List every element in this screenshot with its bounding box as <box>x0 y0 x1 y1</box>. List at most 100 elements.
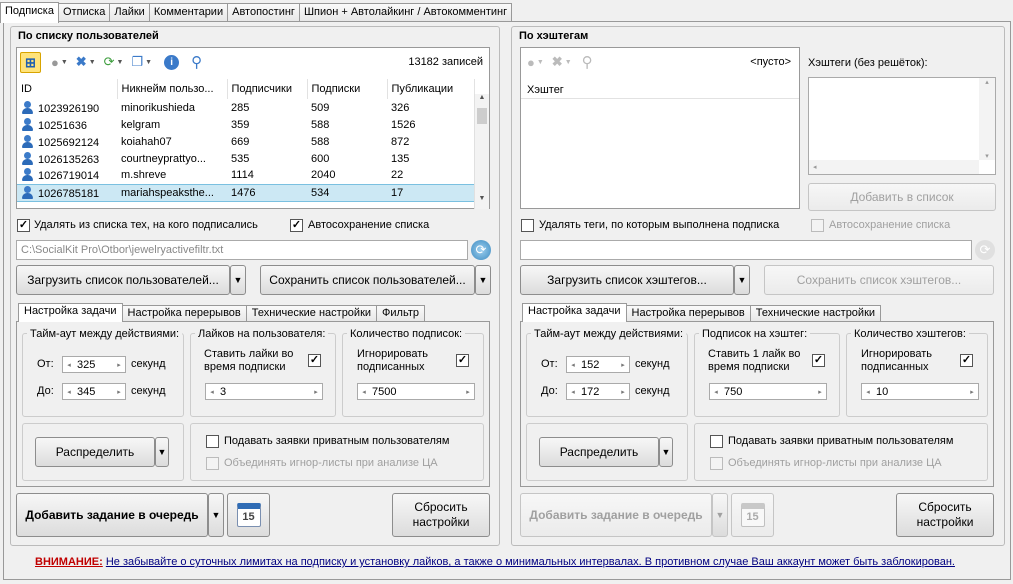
tab-comments[interactable]: Комментарии <box>148 3 229 22</box>
subs-count-spinner[interactable]: ◂ 7500 ▸ <box>357 383 475 400</box>
load-tags-dropdown[interactable]: ▼ <box>734 265 750 295</box>
save-tags-button[interactable]: Сохранить список хэштегов... <box>764 265 994 295</box>
tab-break-settings[interactable]: Настройка перерывов <box>121 305 247 322</box>
load-users-dropdown[interactable]: ▼ <box>230 265 246 295</box>
reset-settings-button[interactable]: Сбросить настройки <box>896 493 994 537</box>
info-icon[interactable]: i <box>164 54 180 70</box>
search-icon[interactable]: ⚲ <box>582 53 593 71</box>
tab-tech-settings[interactable]: Технические настройки <box>245 305 378 322</box>
reload-icon[interactable]: ⟳ <box>471 240 491 260</box>
table-cell: 588 <box>307 116 387 133</box>
private-requests-checkbox[interactable] <box>710 435 723 448</box>
merge-ignore-checkbox[interactable] <box>206 457 219 470</box>
user-icon <box>21 151 35 165</box>
delete-dropdown-icon[interactable]: ▼ <box>565 59 572 66</box>
table-row[interactable]: 1026135263 courtneyprattyo... 535 600 135 <box>17 150 475 167</box>
delete-icon[interactable]: ✖ <box>76 54 87 70</box>
distribute-button[interactable]: Распределить <box>539 437 659 467</box>
distribute-dropdown[interactable]: ▼ <box>659 437 673 467</box>
copy-icon[interactable]: ❐ <box>131 54 143 70</box>
hashtags-vscroll[interactable]: ▴ ▾ <box>979 78 995 160</box>
load-tags-button[interactable]: Загрузить список хэштегов... <box>520 265 734 295</box>
col-nick[interactable]: Никнейм пользо... <box>117 79 228 99</box>
like-during-checkbox[interactable]: ✓ <box>812 354 825 367</box>
col-hashtag[interactable]: Хэштег <box>521 79 799 99</box>
table-row[interactable]: 1026785181 mariahspeaksthe... 1476 534 17 <box>17 183 475 202</box>
tab-task-settings[interactable]: Настройка задачи <box>522 303 627 322</box>
add-task-dropdown[interactable]: ▼ <box>712 493 728 537</box>
tab-tech-settings[interactable]: Технические настройки <box>749 305 882 322</box>
tab-task-settings[interactable]: Настройка задачи <box>18 303 123 322</box>
likes-during-label: Ставить лайки во время подписки <box>204 348 294 373</box>
refresh-icon[interactable]: ⟳ <box>104 54 115 70</box>
check-dropdown-icon[interactable]: ▼ <box>61 59 68 66</box>
check-dropdown-icon[interactable]: ▼ <box>537 59 544 66</box>
hashtags-hscroll[interactable]: ◂ <box>809 160 979 174</box>
timeout-to-spinner[interactable]: ◂ 172 ▸ <box>566 383 630 400</box>
autosave-checkbox[interactable]: ✓ <box>290 219 303 232</box>
delete-subscribed-checkbox[interactable]: ✓ <box>17 219 30 232</box>
tab-filter[interactable]: Фильтр <box>376 305 425 322</box>
col-id[interactable]: ID <box>17 79 118 99</box>
table-row[interactable]: 1023926190 minorikushieda 285 509 326 <box>17 99 475 116</box>
delete-dropdown-icon[interactable]: ▼ <box>89 59 96 66</box>
add-task-dropdown[interactable]: ▼ <box>208 493 224 537</box>
tags-path-field[interactable] <box>520 240 972 260</box>
private-requests-label: Подавать заявки приватным пользователям <box>728 435 954 447</box>
calendar-button[interactable]: 15 <box>731 493 774 537</box>
likes-spinner[interactable]: ◂ 3 ▸ <box>205 383 323 400</box>
cell-text: m.shreve <box>121 169 167 182</box>
distribute-dropdown[interactable]: ▼ <box>155 437 169 467</box>
warning-message[interactable]: Не забывайте о суточных лимитах на подпи… <box>106 556 955 568</box>
merge-ignore-checkbox[interactable] <box>710 457 723 470</box>
add-task-button[interactable]: Добавить задание в очередь <box>16 493 208 537</box>
private-requests-checkbox[interactable] <box>206 435 219 448</box>
col-posts[interactable]: Публикации <box>387 79 475 99</box>
tab-subscribe[interactable]: Подписка <box>0 2 59 23</box>
check-icon[interactable]: ● <box>51 55 59 70</box>
tags-count-spinner[interactable]: ◂ 10 ▸ <box>861 383 979 400</box>
delete-tags-checkbox[interactable] <box>521 219 534 232</box>
tree-icon[interactable]: ⊞ <box>20 51 41 73</box>
table-row[interactable]: 10251636 kelgram 359 588 1526 <box>17 116 475 133</box>
distribute-button[interactable]: Распределить <box>35 437 155 467</box>
add-task-button[interactable]: Добавить задание в очередь <box>520 493 712 537</box>
cell-text: minorikushieda <box>121 101 195 114</box>
check-icon[interactable]: ● <box>527 55 535 70</box>
calendar-icon: 15 <box>236 503 261 527</box>
reload-icon[interactable]: ⟳ <box>975 240 995 260</box>
add-to-list-button[interactable]: Добавить в список <box>808 183 996 211</box>
per-tag-spinner[interactable]: ◂ 750 ▸ <box>709 383 827 400</box>
timeout-from-spinner[interactable]: ◂ 152 ▸ <box>566 356 630 373</box>
delete-icon[interactable]: ✖ <box>552 54 563 70</box>
list-path-field[interactable]: C:\SocialKit Pro\Otbor\jewelryactivefilt… <box>16 240 468 260</box>
subs-count-title: Количество подписок: <box>347 328 466 340</box>
load-users-button[interactable]: Загрузить список пользователей... <box>16 265 230 295</box>
tab-break-settings[interactable]: Настройка перерывов <box>625 305 751 322</box>
users-scrollbar[interactable]: ▲ ▼ <box>474 94 489 209</box>
reset-settings-button[interactable]: Сбросить настройки <box>392 493 490 537</box>
tab-likes[interactable]: Лайки <box>109 3 150 22</box>
search-icon[interactable]: ⚲ <box>191 53 202 71</box>
tab-autoposting[interactable]: Автопостинг <box>227 3 300 22</box>
save-users-button[interactable]: Сохранить список пользователей... <box>260 265 475 295</box>
save-users-dropdown[interactable]: ▼ <box>475 265 491 295</box>
autosave-tags-checkbox[interactable] <box>811 219 824 232</box>
copy-dropdown-icon[interactable]: ▼ <box>145 59 152 66</box>
col-followers[interactable]: Подписчики <box>227 79 308 99</box>
tab-spy[interactable]: Шпион + Автолайкинг / Автокомментинг <box>298 3 513 22</box>
main-tabs: Подписка Отписка Лайки Комментарии Автоп… <box>0 2 513 23</box>
hashtags-textarea[interactable]: ◂ ▴ ▾ <box>808 77 996 175</box>
calendar-button[interactable]: 15 <box>227 493 270 537</box>
tab-unsubscribe[interactable]: Отписка <box>57 3 111 22</box>
timeout-to-spinner[interactable]: ◂ 345 ▸ <box>62 383 126 400</box>
timeout-from-spinner[interactable]: ◂ 325 ▸ <box>62 356 126 373</box>
table-row[interactable]: 1025692124 koiahah07 669 588 872 <box>17 133 475 150</box>
autosave-label: Автосохранение списка <box>308 219 430 231</box>
ignore-subscribed-checkbox[interactable]: ✓ <box>960 354 973 367</box>
col-following[interactable]: Подписки <box>307 79 388 99</box>
table-row[interactable]: 1026719014 m.shreve 1114 2040 22 <box>17 167 475 184</box>
refresh-dropdown-icon[interactable]: ▼ <box>117 59 124 66</box>
likes-during-checkbox[interactable]: ✓ <box>308 354 321 367</box>
ignore-subscribed-checkbox[interactable]: ✓ <box>456 354 469 367</box>
